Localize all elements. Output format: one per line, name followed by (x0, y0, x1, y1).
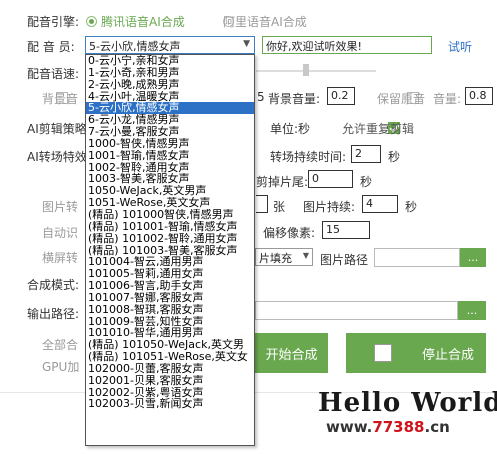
voice-option[interactable]: 1002-智聆,通用女声 (86, 162, 254, 174)
fill-select[interactable]: 片填充 ▼ (255, 248, 313, 266)
voice-dropdown-list[interactable]: 0-云小宁,亲和女声 1-云小奇,亲和男声 2-云小晚,成熟男声 4-云小叶,温暖女声… (85, 54, 255, 446)
voice-label: 配 音 员: (27, 40, 75, 54)
bg-music-value: 5 (257, 90, 265, 104)
pic-path-browse-button[interactable]: ... (460, 248, 486, 267)
rate-label: 配音语速: (27, 67, 80, 81)
compose-mode-label: 合成模式: (27, 278, 80, 292)
chevron-down-icon[interactable]: ▼ (303, 251, 309, 260)
offset-pixels-input[interactable]: 15 (322, 221, 370, 239)
pic-duration-unit: 秒 (405, 200, 418, 214)
voice-option[interactable]: 101007-智娜,客服女声 (86, 292, 254, 304)
cut-tail-label: 剪掉片尾: (256, 175, 309, 189)
chevron-down-icon[interactable]: ▼ (243, 39, 250, 49)
voice-option[interactable]: (精品) 101051-WeRose,英文女 (86, 351, 254, 363)
voice-option[interactable]: 101010-智华,通用男声 (86, 327, 254, 339)
voice-option[interactable]: (精品) 101050-WeJack,英文男 (86, 339, 254, 351)
watermark-site-prefix: www. (326, 418, 373, 436)
start-compose-button[interactable]: 开始合成 (255, 333, 328, 373)
voice-option[interactable]: 1000-智侠,情感男声 (86, 138, 254, 150)
pic-count-unit: 张 (273, 200, 286, 214)
voice-option[interactable]: 101005-智莉,通用女声 (86, 268, 254, 280)
voice-option[interactable]: 7-云小曼,客服女声 (86, 126, 254, 138)
pic-count-input[interactable] (256, 195, 268, 213)
voice-option[interactable]: 1003-智美,客服女声 (86, 173, 254, 185)
pic-convert-label: 图片转 (42, 200, 79, 214)
pic-path-input[interactable] (374, 248, 460, 267)
stop-compose-button[interactable]: 停止合成 (346, 333, 486, 373)
allow-repeat-label: 允许重复剪辑 (342, 122, 415, 136)
transition-duration-label: 转场持续时间: (270, 150, 347, 164)
voice-option[interactable]: 102001-贝果,客服女声 (86, 375, 254, 387)
voice-option[interactable]: 6-云小龙,情感男声 (86, 114, 254, 126)
auto-detect-label: 自动识 (42, 226, 79, 240)
voice-option[interactable]: 1-云小奇,亲和男声 (86, 67, 254, 79)
output-path-input[interactable] (255, 301, 458, 320)
voice-option[interactable]: 102003-贝雪,新闻女声 (86, 398, 254, 410)
bg-volume-label: 背景音量: (268, 92, 321, 106)
voice-option[interactable]: 101004-智云,通用男声 (86, 256, 254, 268)
voice-option[interactable]: 102000-贝蕾,客服女声 (86, 363, 254, 375)
voice-option[interactable]: 102002-贝紫,粤语女声 (86, 387, 254, 399)
bg-volume-input[interactable]: 0.2 (327, 87, 355, 105)
voice-option[interactable]: 0-云小宁,亲和女声 (86, 55, 254, 67)
voice-option[interactable]: 101008-智琪,客服女声 (86, 304, 254, 316)
engine-radio-tencent[interactable] (86, 16, 97, 27)
watermark-hello-world: Hello World (318, 388, 497, 418)
voice-option[interactable]: (精品) 101002-智聆,通用女声 (86, 233, 254, 245)
pic-duration-input[interactable]: 4 (362, 195, 398, 213)
watermark-site: www.77388.cn (326, 418, 450, 436)
original-volume-input[interactable]: 0.8 (465, 87, 493, 105)
output-path-label: 输出路径: (27, 307, 80, 321)
voice-option[interactable]: 1050-WeJack,英文男声 (86, 185, 254, 197)
transition-duration-unit: 秒 (388, 150, 401, 164)
landscape-label: 横屏转 (42, 251, 79, 265)
engine-option-tencent[interactable]: 腾讯语音AI合成 (101, 13, 185, 30)
watermark-site-suffix: .cn (424, 418, 450, 436)
bg-music-label: 背景音 (42, 92, 79, 106)
engine-option-ali[interactable]: 阿里语音AI合成 (223, 13, 307, 30)
preview-text-input[interactable]: 你好,欢迎试听效果! (262, 36, 432, 54)
voice-selected-value: 5-云小欣,情感女声 (89, 40, 181, 53)
voice-option[interactable]: 2-云小晚,成熟男声 (86, 79, 254, 91)
gpu-label: GPU加 (42, 360, 80, 374)
rate-slider-thumb[interactable] (303, 64, 309, 76)
pic-duration-label: 图片持续: (303, 200, 356, 214)
listen-link[interactable]: 试听 (448, 38, 472, 55)
engine-label: 配音引擎: (27, 15, 80, 29)
voice-option[interactable]: 101006-智言,助手女声 (86, 280, 254, 292)
all-compose-label: 全部合 (42, 338, 79, 352)
ai-transition-label: AI转场特效 (27, 150, 87, 164)
voice-select[interactable]: 5-云小欣,情感女声 ▼ (85, 36, 255, 54)
voice-option[interactable]: (精品) 101000智侠,情感男声 (86, 209, 254, 221)
voice-option[interactable]: 5-云小欣,情感女声 (86, 102, 254, 115)
voice-option[interactable]: 1001-智瑜,情感女声 (86, 150, 254, 162)
voice-option[interactable]: (精品) 101003-智美,客服女声 (86, 245, 254, 257)
offset-pixels-label: 偏移像素: (263, 226, 316, 240)
watermark-site-num: 77388 (372, 418, 425, 436)
cut-tail-input[interactable]: 0 (308, 170, 353, 188)
keep-original-label: 保留原音 (377, 92, 426, 106)
stop-compose-label: 停止合成 (422, 347, 475, 363)
transition-duration-input[interactable]: 2 (351, 145, 381, 163)
original-volume-label: 音量: (433, 92, 462, 106)
voice-option[interactable]: (精品) 101001-智瑜,情感女声 (86, 221, 254, 233)
voice-option[interactable]: 1051-WeRose,英文女声 (86, 197, 254, 209)
rate-slider-track[interactable] (256, 70, 376, 72)
stop-icon (374, 344, 392, 362)
pic-path-label: 图片路径 (320, 253, 369, 267)
voice-option[interactable]: 101009-智芸,知性女声 (86, 316, 254, 328)
voice-option[interactable]: 4-云小叶,温暖女声 (86, 91, 254, 103)
fill-selected-value: 片填充 (259, 252, 292, 265)
cut-tail-unit: 秒 (360, 175, 373, 189)
unit-label: 单位:秒 (270, 122, 311, 136)
output-browse-button[interactable]: ... (458, 301, 486, 320)
ai-edit-label: AI剪辑策略 (27, 122, 87, 136)
